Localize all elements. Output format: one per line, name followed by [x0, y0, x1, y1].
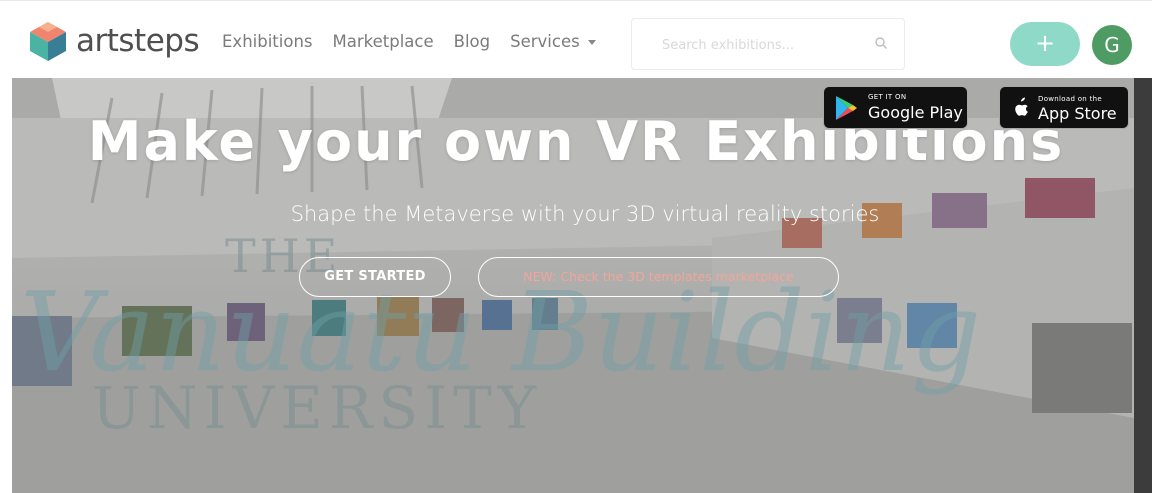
- search-input[interactable]: [662, 33, 862, 57]
- google-play-big-text: Google Play: [868, 103, 963, 122]
- logo-text: artsteps: [76, 23, 200, 59]
- search-box[interactable]: [631, 18, 905, 70]
- nav-blog[interactable]: Blog: [454, 32, 490, 51]
- google-play-badge[interactable]: GET IT ON Google Play: [823, 86, 968, 129]
- user-avatar[interactable]: G: [1092, 25, 1132, 65]
- app-store-small-text: Download on the: [1038, 95, 1102, 103]
- app-store-badge[interactable]: Download on the App Store: [999, 86, 1129, 129]
- artsteps-cube-icon: [30, 22, 66, 61]
- nav-services-dropdown[interactable]: Services: [510, 32, 596, 51]
- templates-marketplace-button[interactable]: NEW: Check the 3D templates marketplace: [478, 257, 839, 297]
- google-play-icon: [836, 96, 857, 120]
- app-store-big-text: App Store: [1038, 104, 1117, 123]
- hero-subtitle: Shape the Metaverse with your 3D virtual…: [290, 202, 880, 226]
- hero-title: Make your own VR Exhibitions: [87, 110, 1065, 173]
- nav-marketplace[interactable]: Marketplace: [333, 32, 434, 51]
- create-button[interactable]: +: [1010, 22, 1080, 66]
- get-started-button[interactable]: GET STARTED: [299, 257, 451, 297]
- top-navbar: artsteps Exhibitions Marketplace Blog Se…: [0, 0, 1152, 78]
- google-play-small-text: GET IT ON: [868, 93, 907, 101]
- nav-exhibitions[interactable]: Exhibitions: [222, 32, 313, 51]
- artsteps-logo[interactable]: artsteps: [26, 18, 204, 64]
- search-icon[interactable]: [874, 36, 888, 50]
- apple-icon: [1015, 97, 1028, 116]
- main-nav: Exhibitions Marketplace Blog Services: [222, 32, 616, 51]
